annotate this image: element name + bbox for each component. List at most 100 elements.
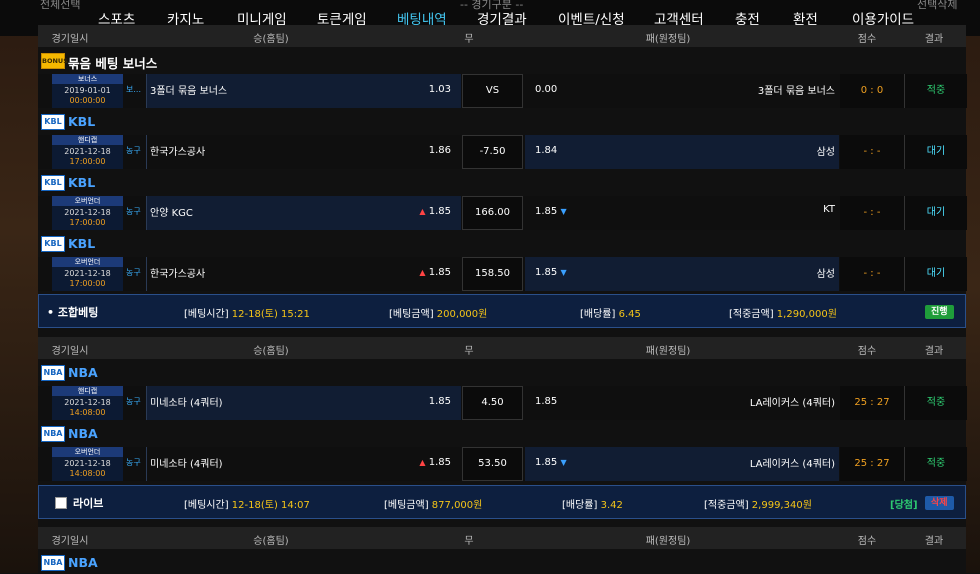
home-team-name: 한국가스공사: [150, 269, 206, 280]
game-date: 2021-12-18: [64, 208, 111, 217]
away-team-name: LA레이커스 (4쿼터): [749, 398, 835, 409]
kbl-icon: KBL: [41, 236, 65, 252]
league-name: NBA: [68, 365, 98, 380]
delete-button[interactable]: 삭제: [925, 496, 954, 510]
home-odds: 1.85: [428, 206, 451, 217]
sport-label: 농구: [126, 207, 141, 216]
col-score: 점수: [857, 34, 877, 45]
col-score: 점수: [857, 346, 877, 357]
col-score: 점수: [857, 536, 877, 547]
total-line-cell: 158.50: [462, 257, 523, 291]
result-cell: 대기: [904, 257, 967, 291]
handicap-cell: 4.50: [462, 386, 523, 420]
arrow-up-icon: ▲: [419, 268, 426, 277]
away-team-name: 3폴더 묶음 보너스: [757, 86, 835, 97]
table-header: 경기일시 승(홈팀) 무 패(원정팀) 점수 결과: [38, 527, 966, 549]
arrow-down-icon: ▼: [560, 207, 567, 216]
bet-amount-label: [베팅금액]: [389, 309, 434, 320]
away-team-cell: 0.00 3폴더 묶음 보너스: [525, 74, 839, 108]
result-cell: 대기: [904, 135, 967, 169]
date-cell: 핸디캡 2021-12-18 14:08:00: [52, 386, 123, 420]
game-time: 14:08:00: [69, 469, 106, 478]
sport-label: 농구: [126, 146, 141, 155]
col-date: 경기일시: [51, 536, 89, 547]
game-time: 17:00:00: [69, 279, 106, 288]
bet-row: 오버언더 2021-12-18 14:08:00 농구 미네소타 (4쿼터) ▲…: [38, 447, 967, 481]
bet-amount-value: 877,000원: [431, 500, 483, 511]
arrow-up-icon: ▲: [419, 458, 426, 467]
score-cell: 25 : 27: [840, 386, 904, 420]
table-header: 경기일시 승(홈팀) 무 패(원정팀) 점수 결과: [38, 25, 966, 47]
home-team-name: 미네소타 (4쿼터): [150, 398, 223, 409]
draw-cell: VS: [462, 74, 523, 108]
bet-row: 오버언더 2021-12-18 17:00:00 농구 안양 KGC ▲ 1.8…: [38, 196, 967, 230]
date-cell: 핸디캡 2021-12-18 17:00:00: [52, 135, 123, 169]
away-odds: 1.85: [535, 396, 558, 407]
col-date: 경기일시: [51, 346, 89, 357]
col-result: 결과: [924, 346, 944, 357]
win-amount-value: 1,290,000원: [776, 309, 837, 320]
col-draw: 무: [464, 34, 474, 45]
away-team-cell: 1.84 삼성: [525, 135, 839, 169]
score-cell: - : -: [840, 135, 904, 169]
bonus-icon: BONUS: [41, 53, 68, 69]
home-team-name: 3폴더 묶음 보너스: [150, 86, 228, 97]
game-time: 17:00:00: [69, 157, 106, 166]
game-date: 2021-12-18: [64, 147, 111, 156]
league-name: KBL: [68, 175, 96, 190]
bet-row: 핸디캡 2021-12-18 17:00:00 농구 한국가스공사 1.86 -…: [38, 135, 967, 169]
arrow-up-icon: ▲: [419, 207, 426, 216]
sport-label: 보...: [126, 85, 141, 94]
home-team-name: 미네소타 (4쿼터): [150, 459, 223, 470]
game-date: 2021-12-18: [64, 398, 111, 407]
bet-row: 보너스 2019-01-01 00:00:00 보... 3폴더 묶음 보너스 …: [38, 74, 967, 108]
odds-value: 3.42: [600, 500, 623, 511]
handicap-cell: -7.50: [462, 135, 523, 169]
bet-row: 핸디캡 2021-12-18 14:08:00 농구 미네소타 (4쿼터) 1.…: [38, 386, 967, 420]
date-cell: 오버언더 2021-12-18 14:08:00: [52, 447, 123, 481]
home-team-cell: 3폴더 묶음 보너스 1.03: [146, 74, 461, 108]
background-right: [966, 0, 980, 573]
bet-time-value: 12-18(토) 14:07: [231, 500, 310, 511]
league-name: 묶음 베팅 보너스: [68, 56, 158, 71]
score-cell: 0 : 0: [840, 74, 904, 108]
bet-type-tag: 보너스: [52, 74, 123, 84]
bet-type-tag: 오버언더: [52, 257, 123, 267]
date-cell: 오버언더 2021-12-18 17:00:00: [52, 257, 123, 291]
home-team-cell: 한국가스공사 1.86: [146, 135, 461, 169]
select-all-link[interactable]: 전체선택: [40, 0, 80, 12]
game-date: 2021-12-18: [64, 459, 111, 468]
col-away: 패(원정팀): [645, 34, 691, 45]
sport-label: 농구: [126, 397, 141, 406]
home-team-name: 안양 KGC: [150, 208, 193, 219]
bet-summary-bar: 라이브 [베팅시간] 12-18(토) 14:07 [베팅금액] 877,000…: [38, 485, 966, 519]
col-away: 패(원정팀): [645, 346, 691, 357]
league-name: KBL: [68, 236, 96, 251]
bet-time-value: 12-18(토) 15:21: [231, 309, 310, 320]
delete-selected-link[interactable]: 선택삭제: [917, 0, 957, 12]
select-checkbox[interactable]: [55, 497, 67, 509]
result-cell: 적중: [904, 74, 967, 108]
away-team-name: 삼성: [816, 269, 835, 280]
league-name: KBL: [68, 114, 96, 129]
background-left: [0, 0, 38, 573]
away-team-name: 삼성: [816, 147, 835, 158]
home-team-cell: 미네소타 (4쿼터) 1.85: [146, 386, 461, 420]
status-badge: [당첨]: [890, 500, 918, 511]
kbl-icon: KBL: [41, 175, 65, 191]
home-team-cell: 한국가스공사 ▲ 1.85: [146, 257, 461, 291]
col-away: 패(원정팀): [645, 536, 691, 547]
game-time: 00:00:00: [69, 96, 106, 105]
league-name: NBA: [68, 426, 98, 441]
col-result: 결과: [924, 536, 944, 547]
status-badge: 진행: [925, 305, 954, 319]
away-team-cell: 1.85 ▼ KT: [525, 196, 839, 230]
bet-type-tag: 핸디캡: [52, 135, 123, 145]
date-cell: 오버언더 2021-12-18 17:00:00: [52, 196, 123, 230]
game-date: 2021-12-18: [64, 269, 111, 278]
game-time: 14:08:00: [69, 408, 106, 417]
home-odds: 1.86: [428, 145, 451, 156]
game-time: 17:00:00: [69, 218, 106, 227]
odds-value: 6.45: [618, 309, 641, 320]
odds-label: [배당률]: [562, 500, 598, 511]
